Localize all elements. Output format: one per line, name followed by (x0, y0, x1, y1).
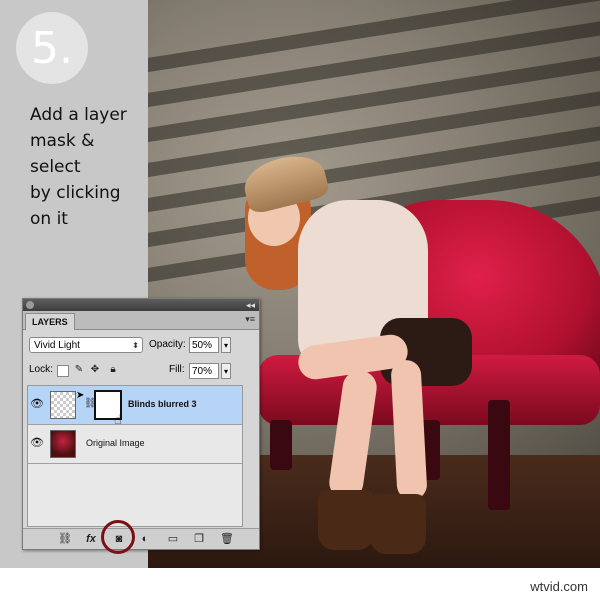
blend-opacity-row: Vivid Light ⬍ Opacity: 50% ▾ (29, 337, 253, 355)
new-layer-icon[interactable]: ❐ (191, 532, 207, 546)
caption-line: mask & select (30, 131, 95, 177)
highlight-ring (101, 520, 135, 554)
link-layers-icon[interactable]: ⛓︎ (57, 532, 73, 546)
select-arrows-icon: ⬍ (132, 341, 139, 350)
layers-list: 👁︎ ➤ ⛓︎ ☝︎ Blinds blurred 3 👁︎ Original … (27, 385, 243, 527)
fill-label: Fill: (169, 364, 185, 375)
boot (370, 494, 426, 554)
fill-dropdown-icon[interactable]: ▾ (221, 363, 231, 379)
caption-line: on it (30, 209, 68, 229)
watermark: wtvid.com (530, 579, 588, 594)
fill-input[interactable]: 70% (189, 363, 219, 379)
trash-icon[interactable]: 🗑︎ (219, 532, 235, 546)
caption-line: Add a layer (30, 105, 127, 125)
close-icon[interactable] (26, 301, 34, 309)
layer-row-original-image[interactable]: 👁︎ Original Image (28, 425, 242, 464)
layer-name: Blinds blurred 3 (128, 399, 197, 409)
layer-thumbnail[interactable] (50, 391, 76, 419)
boot (318, 490, 374, 550)
layer-name: Original Image (86, 438, 145, 448)
lock-brush-icon[interactable]: ✎ (73, 363, 85, 377)
blend-mode-select[interactable]: Vivid Light ⬍ (29, 337, 143, 353)
layers-panel: ◂◂ LAYERS ▾≡ Vivid Light ⬍ Opacity: 50% … (22, 298, 260, 550)
panel-titlebar[interactable]: ◂◂ (23, 299, 259, 311)
eye-icon[interactable]: 👁︎ (30, 436, 44, 450)
adjustment-layer-icon[interactable]: ◐ (137, 532, 153, 546)
opacity-label: Opacity: (149, 339, 186, 350)
lock-label: Lock: (29, 364, 53, 375)
lock-transparent-icon[interactable] (57, 365, 69, 377)
layer-row-blinds-blurred-3[interactable]: 👁︎ ➤ ⛓︎ ☝︎ Blinds blurred 3 (28, 386, 242, 427)
opacity-input[interactable]: 50% (189, 337, 219, 353)
sofa-leg (488, 400, 510, 510)
tab-layers[interactable]: LAYERS (25, 313, 75, 330)
blend-mode-value: Vivid Light (34, 340, 80, 351)
collapse-icon[interactable]: ◂◂ (246, 299, 255, 311)
panel-bottom-toolbar: ⛓︎ fx ◙ ◐ ▭ ❐ 🗑︎ (23, 528, 259, 549)
lock-move-icon[interactable]: ✥ (89, 363, 101, 377)
lock-fill-row: Lock: ✎ ✥ 🔒︎ Fill: 70% ▾ (29, 363, 253, 379)
caption-line: by clicking (30, 183, 121, 203)
eye-icon[interactable]: 👁︎ (30, 397, 44, 411)
layer-thumbnail[interactable] (50, 430, 76, 458)
panel-menu-icon[interactable]: ▾≡ (245, 314, 255, 325)
new-group-icon[interactable]: ▭ (165, 532, 181, 546)
opacity-dropdown-icon[interactable]: ▾ (221, 337, 231, 353)
step-number-badge: 5. (16, 12, 88, 84)
fx-icon[interactable]: fx (83, 532, 99, 546)
sofa-leg (270, 420, 292, 470)
panel-tabbar: LAYERS ▾≡ (23, 311, 259, 330)
instruction-caption: Add a layer mask & select by clicking on… (30, 102, 148, 232)
lock-all-icon[interactable]: 🔒︎ (107, 363, 119, 377)
